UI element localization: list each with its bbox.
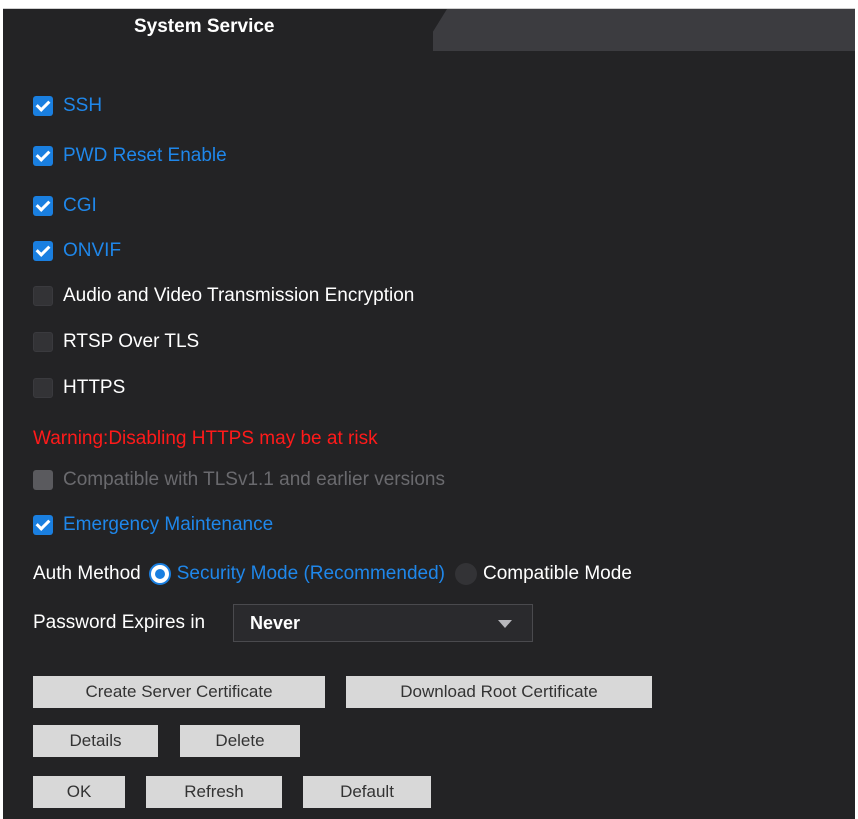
https-label: HTTPS <box>63 377 126 398</box>
ssh-label: SSH <box>63 95 103 116</box>
cgi-checkbox[interactable] <box>33 196 53 216</box>
option-https[interactable]: HTTPS <box>33 375 125 401</box>
delete-button[interactable]: Delete <box>180 725 300 757</box>
compatible-mode-radio[interactable] <box>454 563 477 585</box>
cgi-label: CGI <box>63 195 97 216</box>
onvif-label: ONVIF <box>63 240 122 261</box>
rtsp-tls-checkbox[interactable] <box>33 332 53 352</box>
https-checkbox[interactable] <box>33 378 53 398</box>
tab-bar: System Service <box>3 9 855 51</box>
auth-method-row: Auth Method Security Mode (Recommended) … <box>33 561 632 587</box>
compatible-mode-label[interactable]: Compatible Mode <box>483 563 632 585</box>
security-mode-radio[interactable] <box>148 563 171 585</box>
tab-title: System Service <box>134 16 275 37</box>
default-button[interactable]: Default <box>303 776 431 808</box>
system-service-panel: System Service SSH PWD Reset Enable CGI … <box>3 8 855 819</box>
tls-compat-label: Compatible with TLSv1.1 and earlier vers… <box>63 469 445 490</box>
av-encryption-label: Audio and Video Transmission Encryption <box>63 285 415 306</box>
auth-method-label: Auth Method <box>33 563 141 584</box>
download-root-certificate-button[interactable]: Download Root Certificate <box>346 676 652 708</box>
option-cgi[interactable]: CGI <box>33 193 97 219</box>
tab-inactive-area <box>421 9 855 51</box>
pwd-reset-label: PWD Reset Enable <box>63 145 227 166</box>
option-tls-compat: Compatible with TLSv1.1 and earlier vers… <box>33 467 445 493</box>
ssh-checkbox[interactable] <box>33 96 53 116</box>
password-expiry-label: Password Expires in <box>33 612 206 633</box>
password-expiry-value: Never <box>250 613 301 633</box>
pwd-reset-checkbox[interactable] <box>33 146 53 166</box>
tab-system-service[interactable]: System Service <box>3 9 433 51</box>
emergency-maintenance-checkbox[interactable] <box>33 515 53 535</box>
onvif-checkbox[interactable] <box>33 241 53 261</box>
option-emergency-maintenance[interactable]: Emergency Maintenance <box>33 512 273 538</box>
details-button[interactable]: Details <box>33 725 158 757</box>
password-expiry-select[interactable]: Never <box>233 604 533 642</box>
rtsp-tls-label: RTSP Over TLS <box>63 331 200 352</box>
av-encryption-checkbox[interactable] <box>33 286 53 306</box>
option-rtsp-tls[interactable]: RTSP Over TLS <box>33 329 199 355</box>
tls-compat-checkbox <box>33 470 53 490</box>
ok-button[interactable]: OK <box>33 776 125 808</box>
emergency-maintenance-label: Emergency Maintenance <box>63 514 274 535</box>
security-mode-label[interactable]: Security Mode (Recommended) <box>177 563 445 585</box>
password-expiry-row: Password Expires in <box>33 610 205 636</box>
option-onvif[interactable]: ONVIF <box>33 238 121 264</box>
refresh-button[interactable]: Refresh <box>146 776 282 808</box>
option-ssh[interactable]: SSH <box>33 93 102 119</box>
https-warning-text: Warning:Disabling HTTPS may be at risk <box>33 428 378 449</box>
option-av-encryption[interactable]: Audio and Video Transmission Encryption <box>33 283 414 309</box>
chevron-down-icon <box>498 620 512 628</box>
option-pwd-reset[interactable]: PWD Reset Enable <box>33 143 227 169</box>
create-server-certificate-button[interactable]: Create Server Certificate <box>33 676 325 708</box>
